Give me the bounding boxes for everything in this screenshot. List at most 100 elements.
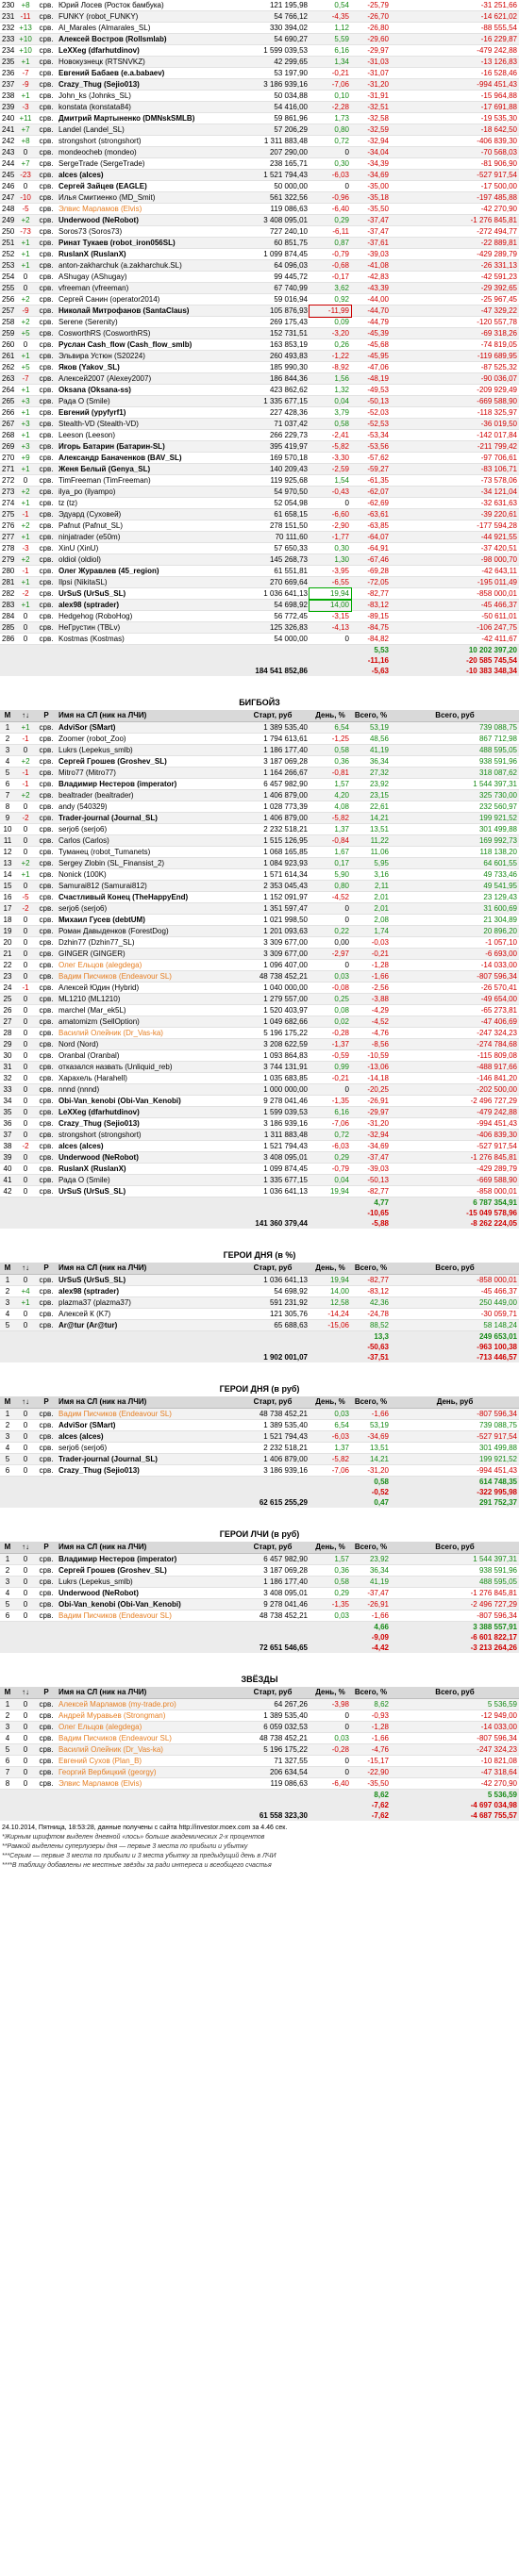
bigboy-table-row[interactable]: 35 0 срв. LeXXeg (dfarhutdinov) 1 599 039,53… <box>0 1106 519 1118</box>
heroes_pct-table-row[interactable]: 4 0 срв. Алексей К (K7) 121 305,76 -14,24 -24,… <box>0 1308 519 1320</box>
main-table-row[interactable]: 246 0 срв. Сергей Зайцев (EAGLE) 50 000,00 0-… <box>0 180 519 192</box>
trader-name[interactable]: Туманец (robot_Tumanets) <box>57 846 236 858</box>
main-table-row[interactable]: 270 +9 срв. Александр Баначенков (BAV_SL) 16… <box>0 452 519 464</box>
bigboy-table-row[interactable]: 19 0 срв. Роман Давыденков (ForestDog) 1 201… <box>0 925 519 937</box>
trader-name[interactable]: Василий Олейник (Dr_Vas-ka) <box>57 1027 236 1039</box>
bigboy-table-row[interactable]: 11 0 срв. Carlos (Carlos) 1 515 126,95 -0,84 1… <box>0 834 519 847</box>
trader-name[interactable]: Landel (Landel_SL) <box>57 124 236 136</box>
heroes_lchi-col-header[interactable]: ↑↓ <box>15 1542 36 1554</box>
heroes_lchi-col-header[interactable]: Имя на СЛ (ник на ЛЧИ) <box>57 1542 236 1554</box>
bigboy-table-row[interactable]: 13 +2 срв. Sergey Zlobin (SL_Finansist_2) 1 … <box>0 857 519 869</box>
trader-name[interactable]: Алексей Востров (Rollsmlab) <box>57 33 236 45</box>
trader-name[interactable]: ilya_po (ilyampo) <box>57 486 236 498</box>
heroes_pct-table-row[interactable]: 3 +1 срв. plazma37 (plazma37) 591 231,92 12,5… <box>0 1296 519 1309</box>
trader-name[interactable]: Евгений Сухов (Plan_B) <box>57 1755 236 1767</box>
stars-col-header[interactable]: Всего, % <box>351 1687 391 1699</box>
trader-name[interactable]: serjo6 (serjo6) <box>57 902 236 915</box>
trader-name[interactable]: Underwood (NeRobot) <box>57 1151 236 1164</box>
trader-name[interactable]: Trader-journal (Journal_SL) <box>57 812 236 824</box>
main-table-row[interactable]: 261 +1 срв. Эльвира Устюн (S20224) 260 493,8… <box>0 350 519 362</box>
heroes_rub-table-row[interactable]: 5 0 срв. Trader-journal (Journal_SL) 1 406 8… <box>0 1453 519 1465</box>
main-table-row[interactable]: 247 -10 срв. Илья Смитиенко (MD_Smit) 561 32… <box>0 191 519 204</box>
trader-name[interactable]: UrSuS (UrSuS_SL) <box>57 1185 236 1197</box>
trader-name[interactable]: FUNKY (robot_FUNKY) <box>57 10 236 23</box>
main-table-row[interactable]: 278 -3 срв. XinU (XinU) 57 650,33 0,30 -64,91-… <box>0 542 519 554</box>
heroes_pct-col-header[interactable]: ↑↓ <box>15 1263 36 1275</box>
main-table-row[interactable]: 245 -23 срв. alces (alces) 1 521 794,43 -6,03… <box>0 169 519 181</box>
trader-name[interactable]: Вадим Писчиков (Endeavour SL) <box>57 1610 236 1622</box>
stars-table-row[interactable]: 5 0 срв. Василий Олейник (Dr_Vas-ka) 5 196 1… <box>0 1743 519 1756</box>
trader-name[interactable]: plazma37 (plazma37) <box>57 1296 236 1309</box>
trader-name[interactable]: Сергей Грошев (Groshev_SL) <box>57 755 236 768</box>
heroes_pct-col-header[interactable]: Всего, % <box>351 1263 391 1275</box>
trader-name[interactable]: Crazy_Thug (Sejio013) <box>57 1117 236 1130</box>
bigboy-table-row[interactable]: 21 0 срв. GINGER (GINGER) 3 309 677,00 -2,97-… <box>0 948 519 960</box>
main-table-row[interactable]: 280 -1 срв. Олег Журавлев (45_region) 61 551… <box>0 565 519 577</box>
trader-name[interactable]: alces (alces) <box>57 169 236 181</box>
trader-name[interactable]: Яков (Yakov_SL) <box>57 361 236 373</box>
trader-name[interactable]: Дмитрий Мартыненко (DMNskSMLB) <box>57 112 236 124</box>
main-table-row[interactable]: 269 +3 срв. Игорь Батарин (Батарин-SL) 395 4… <box>0 440 519 453</box>
bigboy-table-row[interactable]: 25 0 срв. ML1210 (ML1210) 1 279 557,00 0,25 -3… <box>0 993 519 1005</box>
heroes_lchi-table-row[interactable]: 6 0 срв. Вадим Писчиков (Endeavour SL) 48 73… <box>0 1610 519 1622</box>
trader-name[interactable]: НеГрустин (TBLv) <box>57 621 236 634</box>
trader-name[interactable]: Вадим Писчиков (Endeavour SL) <box>57 970 236 983</box>
trader-name[interactable]: Obi-Van_kenobi (Obi-Van_Kenobi) <box>57 1598 236 1610</box>
bigboy-table-row[interactable]: 8 0 срв. andy (540329) 1 028 773,39 4,08 22,61… <box>0 801 519 813</box>
bigboy-col-header[interactable]: Имя на СЛ (ник на ЛЧИ) <box>57 710 236 722</box>
heroes_pct-col-header[interactable]: Старт, руб <box>236 1263 310 1275</box>
bigboy-table-row[interactable]: 37 0 срв. strongshort (strongshort) 1 311 88… <box>0 1129 519 1141</box>
main-table-row[interactable]: 230 +8 срв. Юрий Лосев (Росток бамбука) 121 … <box>0 0 519 11</box>
stars-table-row[interactable]: 7 0 срв. Георгий Вербицкий (georgy) 206 634,… <box>0 1766 519 1778</box>
heroes_rub-col-header[interactable]: Старт, руб <box>236 1396 310 1409</box>
main-table-row[interactable]: 284 0 срв. Hedgehog (RoboHog) 56 772,45 -3,15… <box>0 610 519 622</box>
trader-name[interactable]: UrSuS (UrSuS_SL) <box>57 1274 236 1286</box>
main-table-row[interactable]: 277 +1 срв. ninjatrader (e50m) 70 111,60 -1,7… <box>0 531 519 543</box>
bigboy-table-row[interactable]: 41 0 срв. Рада О (Smile) 1 335 677,15 0,04 -50… <box>0 1174 519 1186</box>
stars-col-header[interactable]: P <box>36 1687 57 1699</box>
bigboy-table-row[interactable]: 9 -2 срв. Trader-journal (Journal_SL) 1 406 … <box>0 812 519 824</box>
stars-table-row[interactable]: 1 0 срв. Алексей Марламов (my-trade.pro) 64 … <box>0 1698 519 1710</box>
trader-name[interactable]: TimFreeman (TimFreeman) <box>57 474 236 487</box>
trader-name[interactable]: Al_Marales (Almarales_SL) <box>57 22 236 34</box>
trader-name[interactable]: Вадим Писчиков (Endeavour SL) <box>57 1408 236 1420</box>
bigboy-table-row[interactable]: 12 0 срв. Туманец (robot_Tumanets) 1 068 165… <box>0 846 519 858</box>
bigboy-table-row[interactable]: 23 0 срв. Вадим Писчиков (Endeavour SL) 48 7… <box>0 970 519 983</box>
trader-name[interactable]: Oksana (Oksana-ss) <box>57 384 236 396</box>
trader-name[interactable]: Юрий Лосев (Росток бамбука) <box>57 0 236 11</box>
bigboy-table-row[interactable]: 2 -1 срв. Zoomer (robot_Zoo) 1 794 613,61 -1,… <box>0 733 519 745</box>
trader-name[interactable]: ML1210 (ML1210) <box>57 993 236 1005</box>
main-table-row[interactable]: 238 +1 срв. John_ks (Johnks_SL) 50 034,88 0,1… <box>0 90 519 102</box>
heroes_rub-col-header[interactable]: Всего, % <box>351 1396 391 1409</box>
bigboy-table-row[interactable]: 28 0 срв. Василий Олейник (Dr_Vas-ka) 5 196 … <box>0 1027 519 1039</box>
bigboy-col-header[interactable]: Старт, руб <box>236 710 310 722</box>
trader-name[interactable]: AShugay (AShugay) <box>57 271 236 283</box>
bigboy-table-row[interactable]: 22 0 срв. Олег Ельцов (alegdega) 1 096 407,0… <box>0 959 519 971</box>
trader-name[interactable]: Эдуард (Суховей) <box>57 508 236 520</box>
trader-name[interactable]: Олег Журавлев (45_region) <box>57 565 236 577</box>
trader-name[interactable]: RuslanX (RuslanX) <box>57 248 236 260</box>
trader-name[interactable]: Роман Давыденков (ForestDog) <box>57 925 236 937</box>
heroes_rub-col-header[interactable]: ↑↓ <box>15 1396 36 1409</box>
heroes_pct-col-header[interactable]: Всего, руб <box>391 1263 519 1275</box>
trader-name[interactable]: tz (tz) <box>57 497 236 509</box>
trader-name[interactable]: amatomizm (SellOption) <box>57 1016 236 1028</box>
stars-table-row[interactable]: 8 0 срв. Элвис Марламов (Elvis) 119 086,63 -6… <box>0 1777 519 1790</box>
trader-name[interactable]: Руслан Cash_flow (Cash_flow_smlb) <box>57 339 236 351</box>
main-table-row[interactable]: 283 +1 срв. alex98 (sptrader) 54 698,92 14,00… <box>0 598 519 612</box>
trader-name[interactable]: Soros73 (Soros73) <box>57 225 236 238</box>
trader-name[interactable]: Женя Белый (Genya_SL) <box>57 463 236 475</box>
main-table-row[interactable]: 279 +2 срв. oldiol (oldiol) 145 268,73 1,30 -6… <box>0 553 519 566</box>
heroes_pct-table-row[interactable]: 5 0 срв. Ar@tur (Ar@tur) 65 688,63 -15,06 88,5… <box>0 1319 519 1331</box>
main-table-row[interactable]: 265 +3 срв. Рада О (Smile) 1 335 677,15 0,04-… <box>0 395 519 407</box>
trader-name[interactable]: Михаил Гусев (debtUM) <box>57 914 236 926</box>
trader-name[interactable]: Алексей Юдин (Hybrid) <box>57 982 236 994</box>
bigboy-table-row[interactable]: 10 0 срв. serjo6 (serjo6) 2 232 518,21 1,37 13… <box>0 823 519 835</box>
trader-name[interactable]: nnnd (nnnd) <box>57 1083 236 1096</box>
heroes_rub-col-header[interactable]: День, руб <box>391 1396 519 1409</box>
heroes_rub-table-row[interactable]: 4 0 срв. serjo6 (serjo6) 2 232 518,21 1,37 13,… <box>0 1442 519 1454</box>
trader-name[interactable]: Kostmas (Kostmas) <box>57 633 236 645</box>
trader-name[interactable]: Рада О (Smile) <box>57 395 236 407</box>
trader-name[interactable]: Рада О (Smile) <box>57 1174 236 1186</box>
trader-name[interactable]: ninjatrader (e50m) <box>57 531 236 543</box>
